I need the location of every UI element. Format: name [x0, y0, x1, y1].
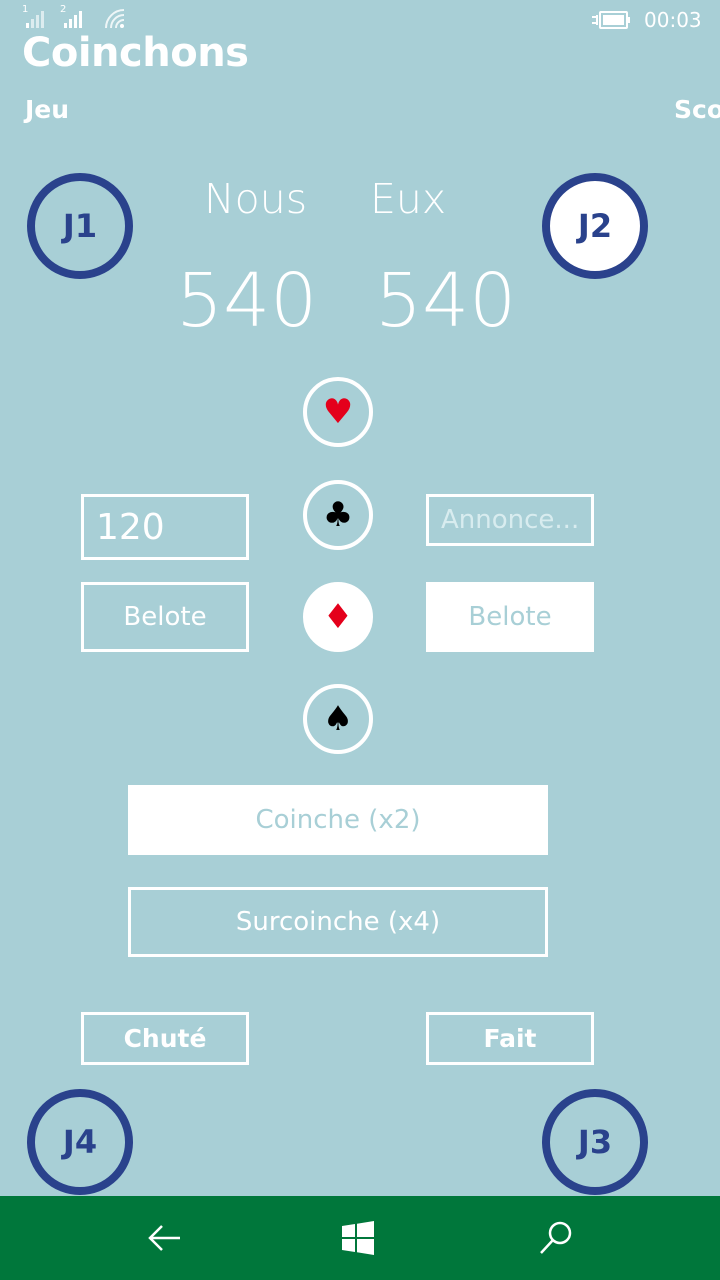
team-us-score: 540 [176, 258, 318, 344]
battery-icon [591, 10, 631, 34]
heart-suit-button[interactable]: ♥ [303, 377, 373, 447]
search-button[interactable] [532, 1214, 580, 1262]
sim2-label: 2 [60, 4, 67, 15]
diamond-suit-button[interactable]: ♦ [303, 582, 373, 652]
bid-us-input[interactable] [81, 494, 249, 560]
team-us-name: Nous [204, 175, 308, 223]
club-icon: ♣ [322, 495, 354, 535]
player-j2-button[interactable]: J2 [542, 173, 648, 279]
belote-them-button[interactable]: Belote [426, 582, 594, 652]
clock: 00:03 [644, 8, 702, 32]
chute-button[interactable]: Chuté [81, 1012, 249, 1065]
coinche-button[interactable]: Coinche (x2) [128, 785, 548, 855]
pivot-item-jeu[interactable]: Jeu [25, 95, 69, 124]
heart-icon: ♥ [322, 392, 354, 432]
wifi-icon [102, 6, 128, 30]
windows-icon [342, 1221, 374, 1255]
belote-us-button[interactable]: Belote [81, 582, 249, 652]
app-title: Coinchons [22, 30, 249, 76]
player-j4-button[interactable]: J4 [27, 1089, 133, 1195]
diamond-icon: ♦ [322, 597, 354, 637]
sim1-label: 1 [22, 4, 29, 15]
navigation-bar [0, 1196, 720, 1280]
player-j3-button[interactable]: J3 [542, 1089, 648, 1195]
signal-sim1-icon: 1 [22, 4, 48, 30]
back-arrow-icon [148, 1225, 180, 1251]
home-button[interactable] [334, 1214, 382, 1262]
player-j1-button[interactable]: J1 [27, 173, 133, 279]
surcoinche-button[interactable]: Surcoinche (x4) [128, 887, 548, 957]
team-them-name: Eux [370, 175, 447, 223]
team-them-score: 540 [375, 258, 517, 344]
back-button[interactable] [140, 1214, 188, 1262]
signal-sim2-icon: 2 [60, 4, 86, 30]
spade-icon: ♠ [322, 699, 354, 739]
spade-suit-button[interactable]: ♠ [303, 684, 373, 754]
club-suit-button[interactable]: ♣ [303, 480, 373, 550]
bid-them-input[interactable] [426, 494, 594, 546]
fait-button[interactable]: Fait [426, 1012, 594, 1065]
pivot-item-scores[interactable]: Sco [674, 95, 720, 124]
search-icon [540, 1221, 572, 1254]
